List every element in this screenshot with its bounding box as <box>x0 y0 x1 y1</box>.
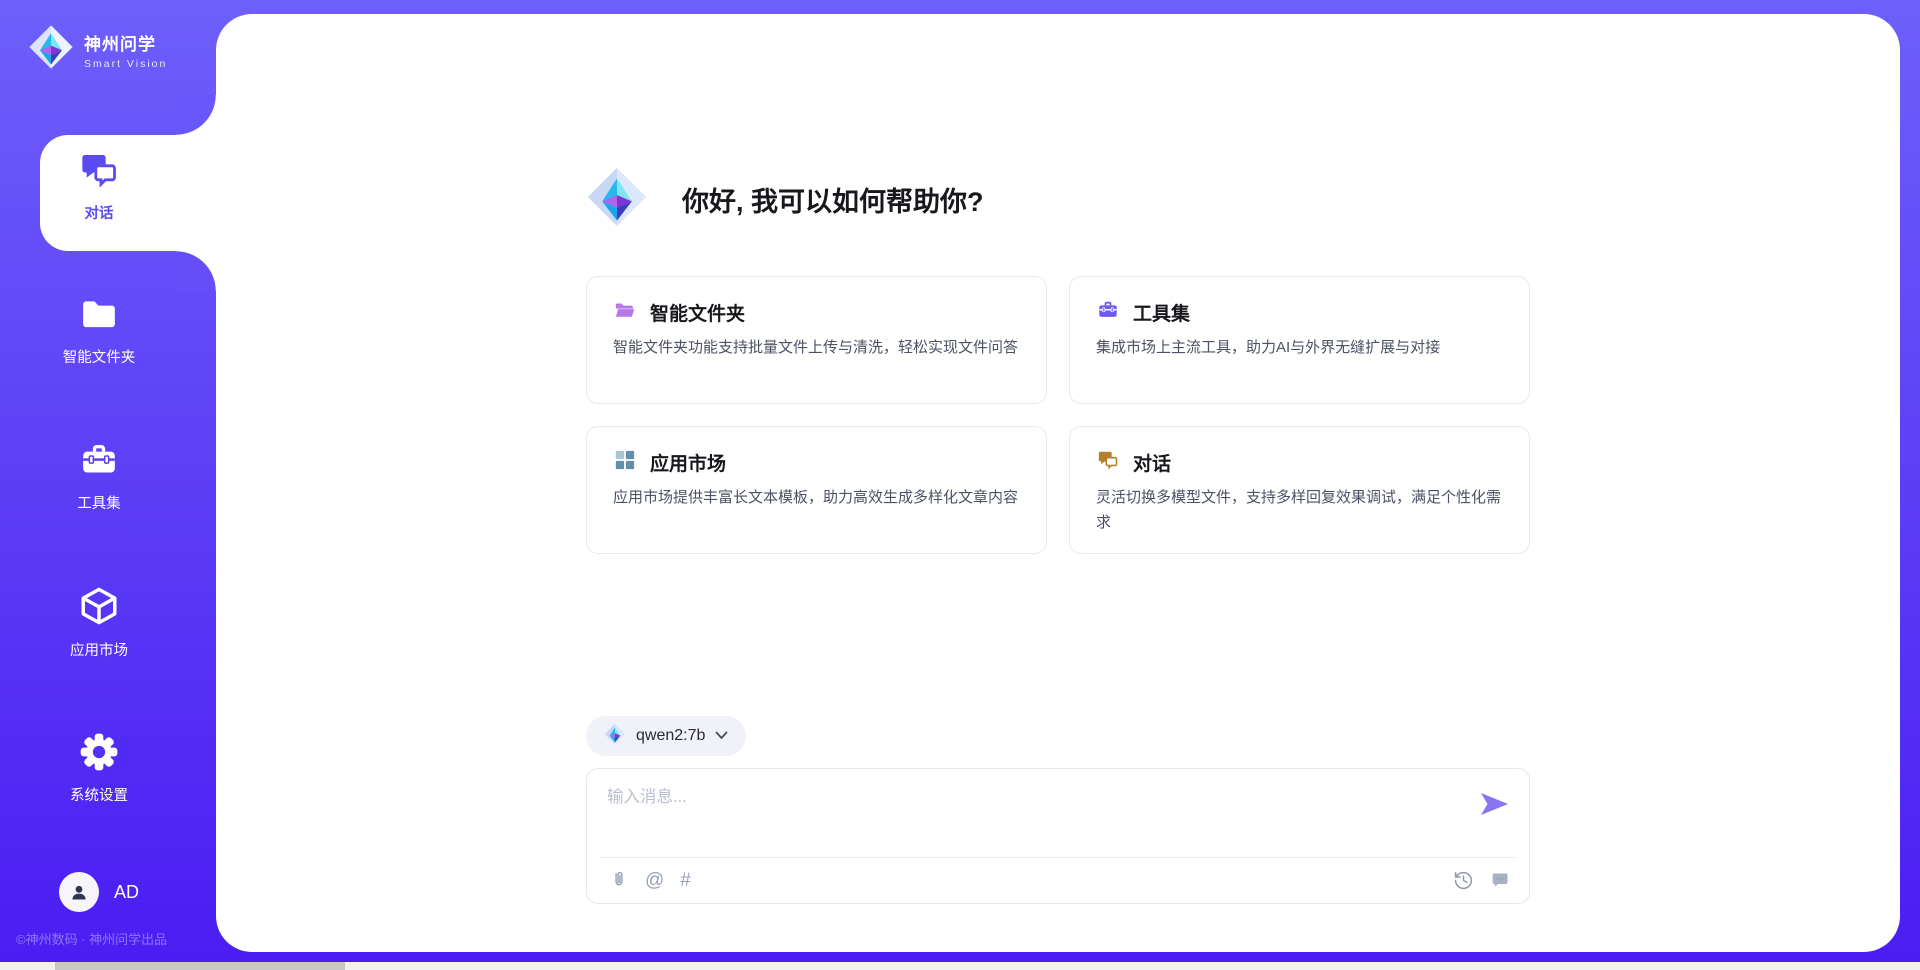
brand: 神州问学 Smart Vision <box>28 24 167 75</box>
feature-cards: 智能文件夹 智能文件夹功能支持批量文件上传与清洗，轻松实现文件问答 <box>586 276 1530 554</box>
history-icon[interactable] <box>1453 870 1474 891</box>
card-description: 智能文件夹功能支持批量文件上传与清洗，轻松实现文件问答 <box>613 336 1020 361</box>
message-composer: @ # <box>586 768 1530 904</box>
card-chat[interactable]: 对话 灵活切换多模型文件，支持多样回复效果调试，满足个性化需求 <box>1069 426 1530 554</box>
grid-icon <box>613 449 637 476</box>
user-initials: AD <box>114 882 139 903</box>
tab-curve-bottom <box>176 251 216 291</box>
brand-subtitle: Smart Vision <box>84 58 167 70</box>
chat-icon <box>1096 449 1120 476</box>
card-title: 对话 <box>1133 449 1171 476</box>
card-description: 应用市场提供丰富长文本模板，助力高效生成多样化文章内容 <box>613 486 1020 511</box>
hash-icon[interactable]: # <box>680 871 691 890</box>
greeting: 你好, 我可以如何帮助你? <box>586 166 984 233</box>
paperclip-icon[interactable] <box>609 869 629 891</box>
card-title: 工具集 <box>1133 299 1190 326</box>
sidebar: 神州问学 Smart Vision 对话 智能文件夹 <box>0 0 216 970</box>
sidebar-item-label: 智能文件夹 <box>63 346 136 367</box>
brand-gem-icon <box>28 24 74 75</box>
brand-name: 神州问学 <box>84 30 167 55</box>
toolbox-icon <box>1096 299 1120 326</box>
card-toolset[interactable]: 工具集 集成市场上主流工具，助力AI与外界无缝扩展与对接 <box>1069 276 1530 404</box>
tab-curve-top <box>176 95 216 135</box>
sidebar-item-label: 系统设置 <box>70 784 128 805</box>
chat-icon <box>79 150 119 195</box>
sidebar-item-smart-folder[interactable]: 智能文件夹 <box>0 294 198 367</box>
chevron-down-icon <box>715 727 728 745</box>
card-smart-folder[interactable]: 智能文件夹 智能文件夹功能支持批量文件上传与清洗，轻松实现文件问答 <box>586 276 1047 404</box>
gem-icon <box>604 723 626 750</box>
sidebar-item-label: 应用市场 <box>70 639 128 660</box>
horizontal-scrollbar[interactable] <box>0 962 1920 970</box>
composer-divider <box>599 857 1517 858</box>
folder-icon <box>613 299 637 326</box>
card-description: 灵活切换多模型文件，支持多样回复效果调试，满足个性化需求 <box>1096 486 1503 536</box>
sidebar-item-app-market[interactable]: 应用市场 <box>0 585 198 660</box>
card-app-market[interactable]: 应用市场 应用市场提供丰富长文本模板，助力高效生成多样化文章内容 <box>586 426 1047 554</box>
model-selector[interactable]: qwen2:7b <box>586 716 746 756</box>
cube-icon <box>77 585 121 632</box>
at-icon[interactable]: @ <box>645 871 664 890</box>
avatar <box>59 872 99 912</box>
greeting-title: 你好, 我可以如何帮助你? <box>682 180 984 219</box>
sidebar-item-toolset[interactable]: 工具集 <box>0 440 198 513</box>
send-icon[interactable] <box>1481 793 1509 817</box>
scrollbar-thumb[interactable] <box>55 962 345 970</box>
sidebar-item-label: 工具集 <box>77 492 121 513</box>
model-name: qwen2:7b <box>636 727 705 745</box>
gear-icon <box>79 732 119 777</box>
message-icon[interactable] <box>1490 870 1511 891</box>
card-title: 应用市场 <box>650 449 726 476</box>
toolbox-icon <box>78 440 120 485</box>
copyright-text: ©神州数码 · 神州问学出品 <box>16 929 167 948</box>
sidebar-item-settings[interactable]: 系统设置 <box>0 732 198 805</box>
main-panel: 你好, 我可以如何帮助你? 智能文件夹 智能文件夹功能支持批量文件上传与清洗，轻… <box>216 14 1900 952</box>
folder-icon <box>78 294 120 339</box>
user-profile[interactable]: AD <box>0 872 198 912</box>
sidebar-item-chat[interactable]: 对话 <box>0 150 198 223</box>
card-description: 集成市场上主流工具，助力AI与外界无缝扩展与对接 <box>1096 336 1503 361</box>
card-title: 智能文件夹 <box>650 299 745 326</box>
sidebar-item-label: 对话 <box>85 202 114 223</box>
message-input[interactable] <box>607 783 1459 845</box>
gem-icon <box>586 166 648 233</box>
